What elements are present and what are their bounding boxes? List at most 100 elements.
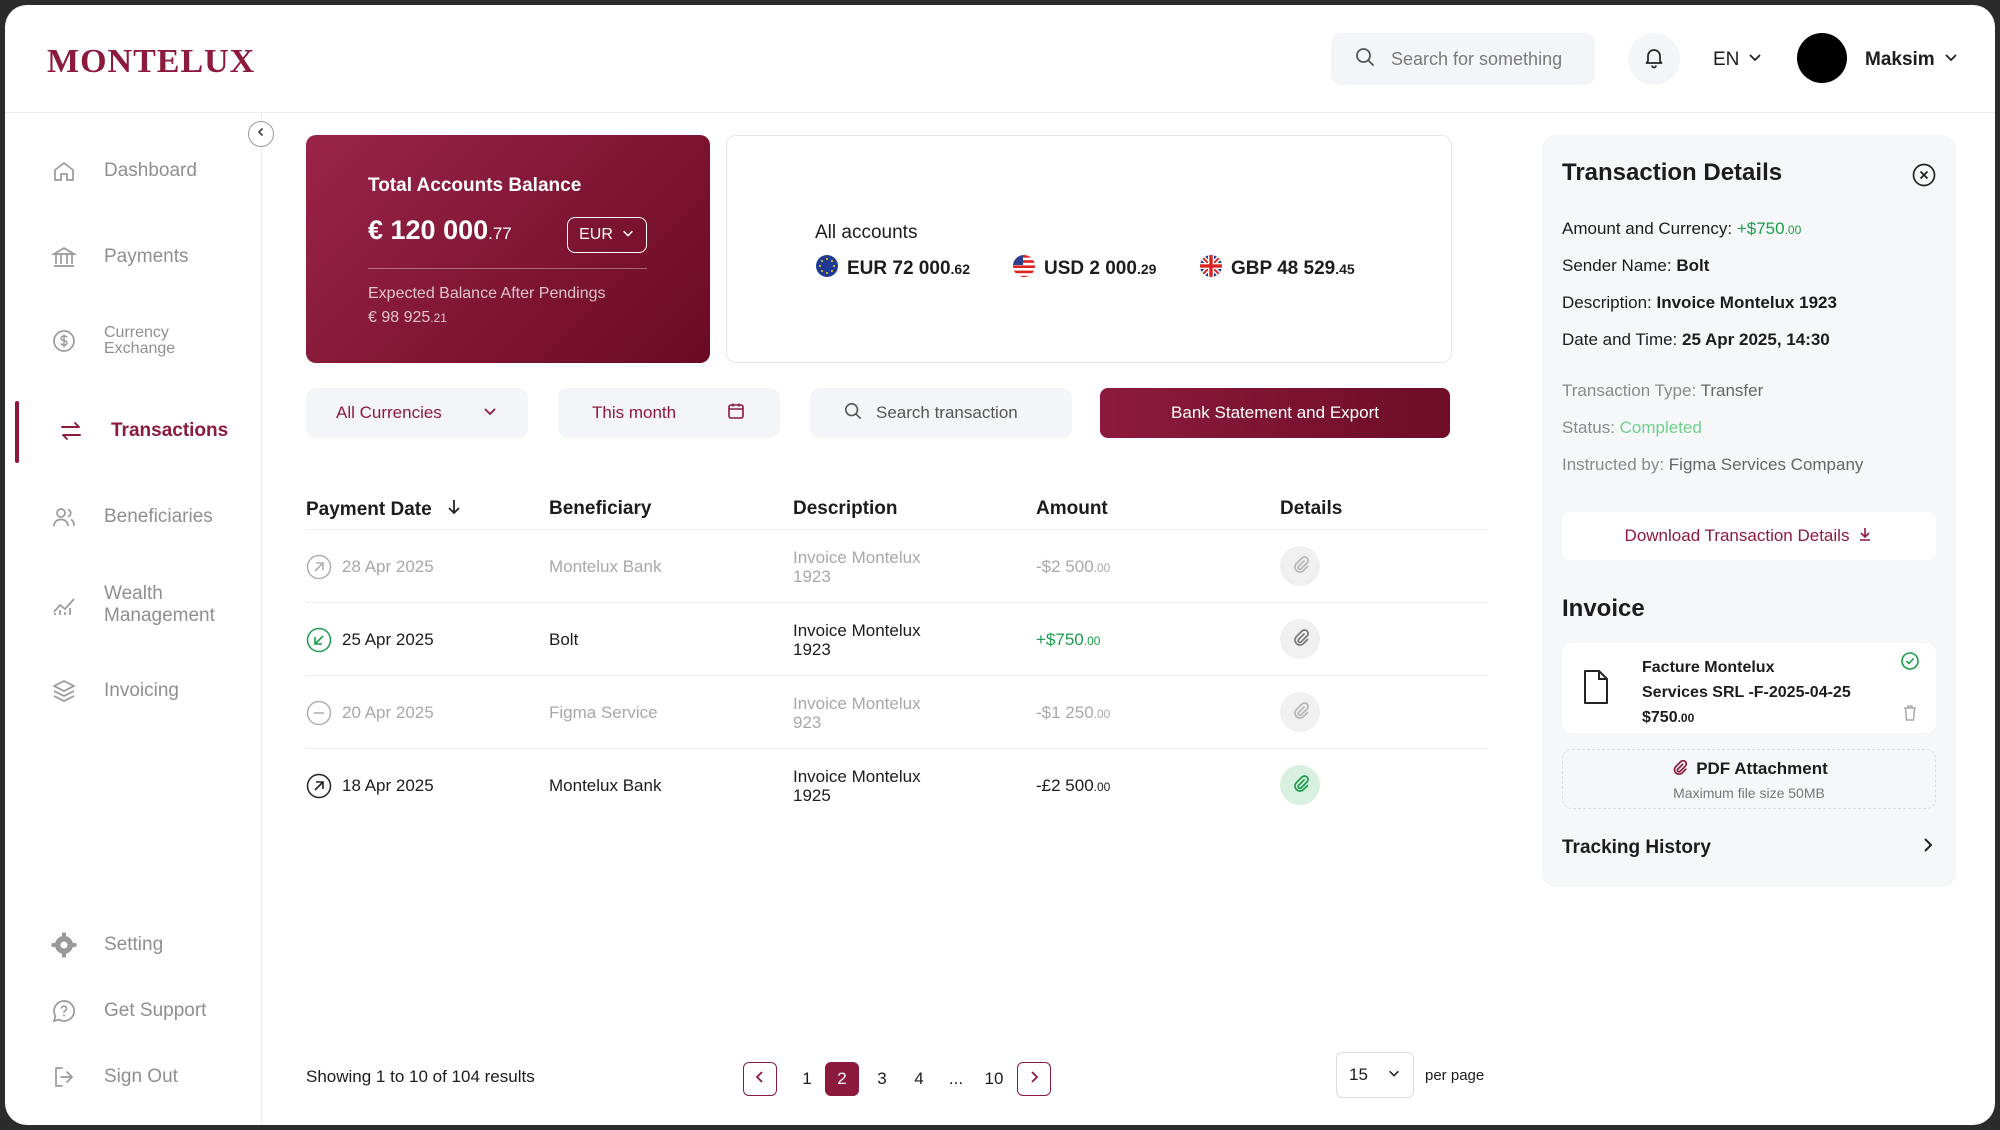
table-row[interactable]: 18 Apr 2025 Montelux Bank Invoice Montel…: [306, 748, 1488, 821]
notifications-button[interactable]: [1628, 33, 1680, 85]
sidebar-item-label: Wealth Management: [104, 583, 215, 626]
chevron-left-icon: [255, 125, 267, 143]
attachment-button[interactable]: [1280, 692, 1320, 732]
sidebar-item-setting[interactable]: Setting: [50, 931, 163, 959]
account-cents: .62: [950, 261, 970, 277]
global-search[interactable]: Search for something: [1331, 33, 1595, 85]
per-page-label: per page: [1425, 1067, 1485, 1084]
gear-icon: [50, 931, 78, 959]
logo[interactable]: MONTELUX: [47, 43, 255, 81]
row-amount: -£2 500.00: [1036, 776, 1111, 795]
page-button[interactable]: 1: [790, 1062, 824, 1096]
sidebar-item-sign-out[interactable]: Sign Out: [50, 1063, 178, 1091]
sidebar-item-wealth-management[interactable]: Wealth Management: [50, 583, 215, 627]
account-amount: EUR 72 000: [847, 258, 951, 279]
arrow-up-right-icon: [306, 554, 332, 585]
account-usd[interactable]: USD 2 000.29: [1012, 254, 1156, 284]
currency-filter[interactable]: All Currencies: [306, 388, 528, 438]
chevron-down-icon: [1943, 49, 1959, 71]
divider: [368, 268, 647, 269]
column-description[interactable]: Description: [793, 498, 898, 520]
close-button[interactable]: [1912, 163, 1936, 192]
pdf-size-hint: Maximum file size 50MB: [1673, 784, 1825, 801]
uk-flag-icon: [1199, 254, 1223, 284]
layers-icon: [50, 677, 78, 705]
table-row[interactable]: 28 Apr 2025 Montelux Bank Invoice Montel…: [306, 529, 1488, 602]
download-icon: [1857, 526, 1873, 547]
total-balance-card: Total Accounts Balance € 120 000.77 EUR …: [306, 135, 710, 363]
sidebar-item-dashboard[interactable]: Dashboard: [50, 157, 197, 185]
table-row[interactable]: 25 Apr 2025 Bolt Invoice Montelux 1923 +$…: [306, 602, 1488, 675]
document-icon: [1580, 669, 1612, 710]
currency-selector[interactable]: EUR: [567, 217, 647, 253]
panel-title: Transaction Details: [1562, 159, 1783, 186]
pdf-attachment-row: PDF Attachment: [1670, 758, 1828, 781]
column-payment-date[interactable]: Payment Date: [306, 498, 462, 522]
app-window: MONTELUX Search for something EN Maksim …: [5, 5, 1995, 1125]
sidebar-item-transactions[interactable]: Transactions: [57, 417, 228, 445]
account-gbp[interactable]: GBP 48 529.45: [1199, 254, 1355, 284]
sidebar-item-invoicing[interactable]: Invoicing: [50, 677, 179, 705]
attachment-button[interactable]: [1280, 619, 1320, 659]
trash-icon[interactable]: [1900, 703, 1920, 728]
pdf-upload-dropzone[interactable]: PDF Attachment Maximum file size 50MB: [1562, 749, 1936, 809]
row-date: 20 Apr 2025: [342, 703, 434, 722]
account-eur[interactable]: EUR 72 000.62: [815, 254, 970, 284]
avatar[interactable]: [1797, 33, 1847, 83]
user-menu[interactable]: Maksim: [1865, 49, 1959, 71]
paperclip-icon: [1290, 700, 1310, 725]
sidebar-item-currency-exchange[interactable]: Currency Exchange: [50, 325, 175, 357]
balance-amount-cents: .77: [488, 224, 512, 243]
page-button-current[interactable]: 2: [825, 1062, 859, 1096]
transaction-search-placeholder: Search transaction: [876, 403, 1018, 422]
account-cents: .29: [1136, 261, 1157, 277]
row-beneficiary: Figma Service: [549, 703, 658, 722]
home-icon: [50, 157, 78, 185]
table-row[interactable]: 20 Apr 2025 Figma Service Invoice Montel…: [306, 675, 1488, 748]
sort-arrow-down-icon: [446, 498, 462, 522]
attachment-button[interactable]: [1280, 546, 1320, 586]
page-button[interactable]: 4: [902, 1062, 936, 1096]
check-circle-icon: [1900, 651, 1920, 676]
collapse-sidebar-button[interactable]: [248, 121, 274, 147]
sidebar-item-get-support[interactable]: Get Support: [50, 997, 206, 1025]
language-selector[interactable]: EN: [1713, 49, 1763, 71]
row-amount: +$750.00: [1036, 630, 1101, 649]
detail-sender: Sender Name: Bolt: [1562, 256, 1710, 275]
active-indicator: [15, 401, 19, 463]
prev-page-button[interactable]: [743, 1062, 777, 1096]
transaction-details-panel: Transaction Details Amount and Currency:…: [1542, 135, 1956, 887]
chevron-down-icon: [621, 226, 635, 245]
attachment-button[interactable]: [1280, 765, 1320, 805]
invoice-name-line2: Services SRL -F-2025-04-25: [1642, 684, 1851, 701]
invoice-title: Invoice: [1562, 595, 1645, 622]
arrow-down-left-icon: [306, 627, 332, 658]
invoice-card[interactable]: Facture Montelux Services SRL -F-2025-04…: [1562, 643, 1936, 733]
page-button[interactable]: 10: [977, 1062, 1011, 1096]
per-page-select[interactable]: 15: [1336, 1052, 1414, 1098]
paperclip-icon: [1290, 554, 1310, 579]
sidebar-item-label: Setting: [104, 934, 164, 955]
column-beneficiary[interactable]: Beneficiary: [549, 498, 651, 520]
next-page-button[interactable]: [1017, 1062, 1051, 1096]
transaction-search[interactable]: Search transaction: [810, 388, 1072, 438]
row-description: Invoice Montelux 1925: [793, 767, 921, 805]
download-transaction-details-button[interactable]: Download Transaction Details: [1562, 512, 1936, 560]
bank-statement-export-button[interactable]: Bank Statement and Export: [1100, 388, 1450, 438]
eu-flag-icon: [815, 254, 839, 284]
page-button[interactable]: 3: [865, 1062, 899, 1096]
chevron-down-icon: [1747, 49, 1763, 71]
per-page-value: 15: [1349, 1065, 1368, 1084]
user-name: Maksim: [1865, 49, 1935, 70]
chevron-down-icon: [482, 403, 498, 424]
column-amount[interactable]: Amount: [1036, 498, 1108, 520]
period-filter[interactable]: This month: [558, 388, 780, 438]
chevron-right-icon: [1027, 1069, 1041, 1089]
currency-value: EUR: [579, 226, 613, 243]
arrow-up-right-icon: [306, 773, 332, 804]
sidebar-item-payments[interactable]: Payments: [50, 243, 188, 271]
column-label: Payment Date: [306, 499, 432, 520]
sidebar-item-label: Currency Exchange: [104, 324, 176, 357]
tracking-history-link[interactable]: Tracking History: [1562, 837, 1936, 859]
sidebar-item-beneficiaries[interactable]: Beneficiaries: [50, 503, 213, 531]
